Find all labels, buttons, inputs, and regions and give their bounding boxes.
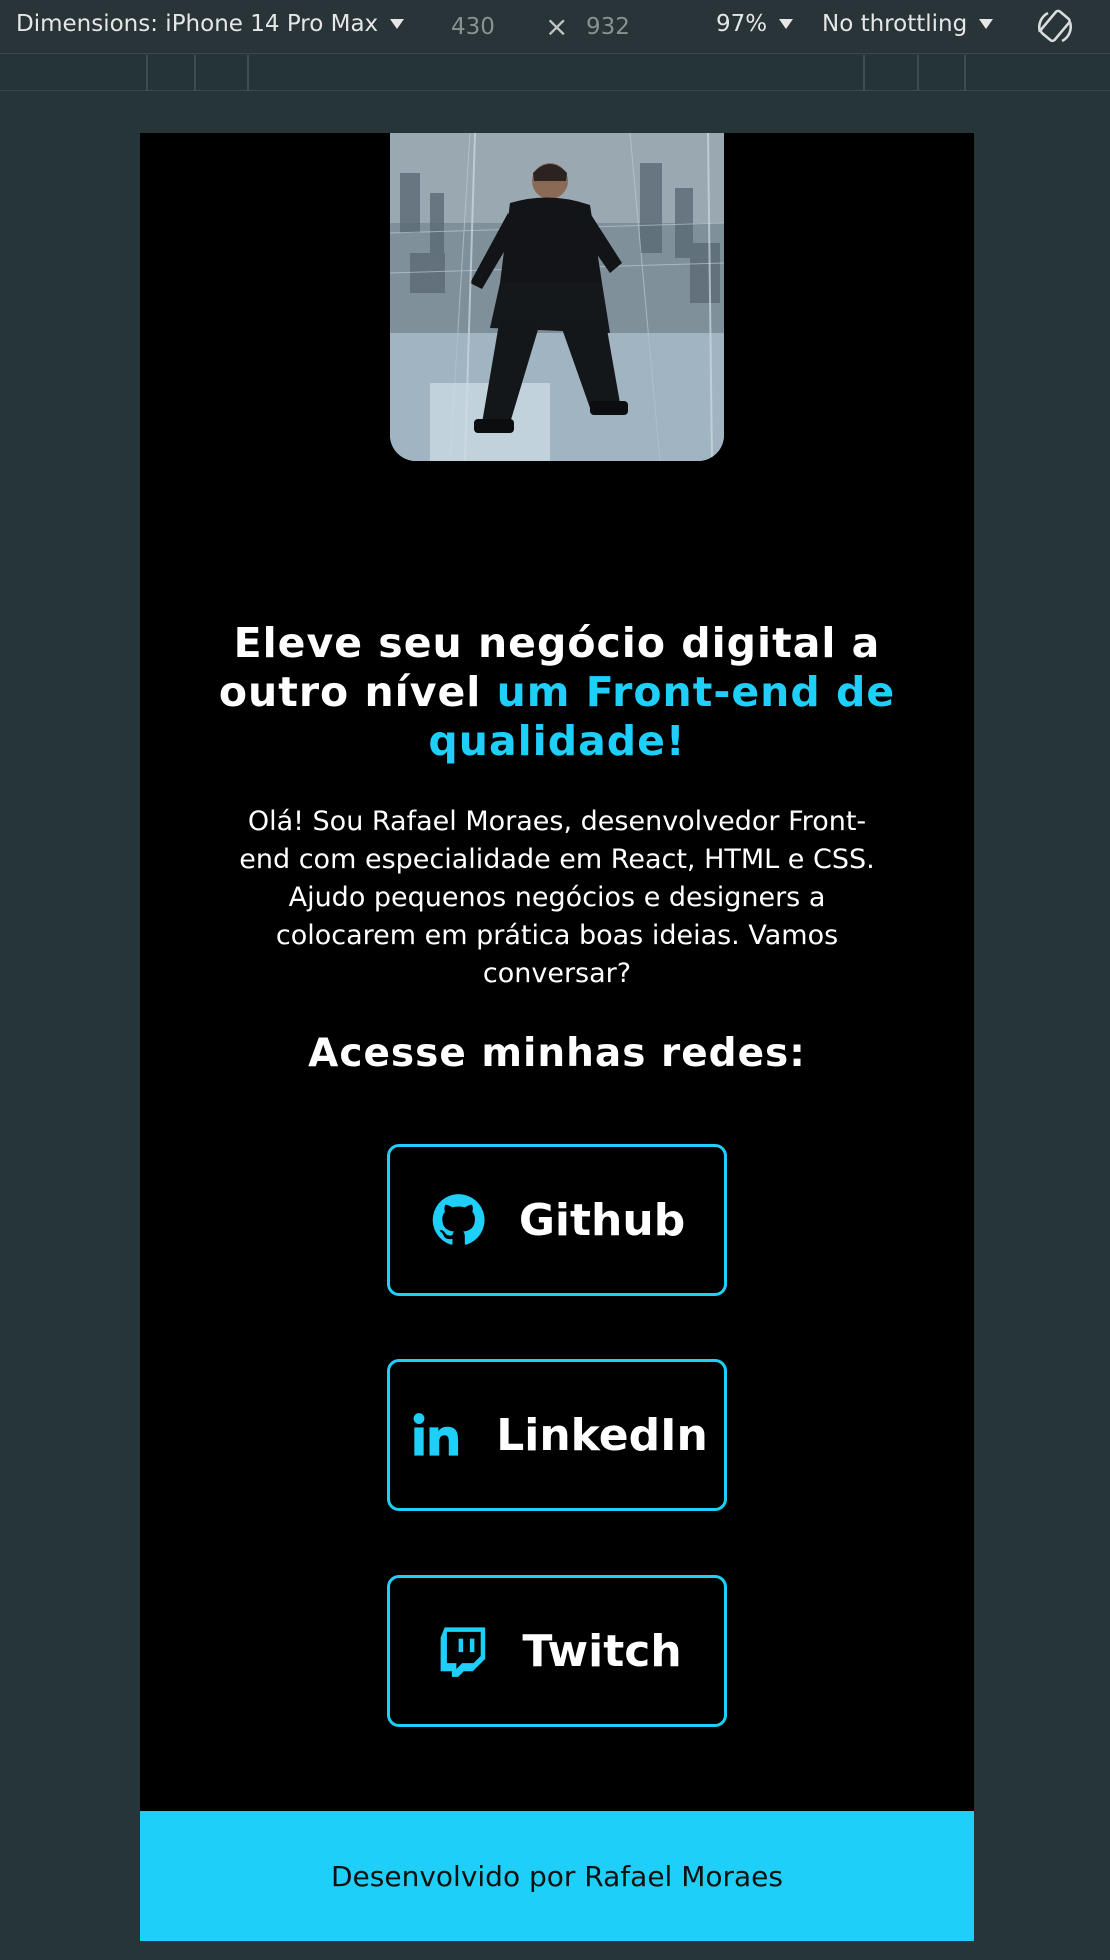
twitch-icon	[432, 1621, 492, 1681]
width-input[interactable]: 430	[437, 8, 547, 46]
devtools-device-toolbar: Dimensions: iPhone 14 Pro Max 430 × 932 …	[0, 0, 1110, 54]
linkedin-label: LinkedIn	[496, 1409, 708, 1461]
profile-photo	[390, 133, 724, 461]
linkedin-button[interactable]: LinkedIn	[387, 1359, 727, 1511]
ruler-tick	[194, 55, 196, 91]
linkedin-icon	[406, 1405, 466, 1465]
ruler-tick	[247, 55, 249, 91]
rotate-device-icon[interactable]	[1034, 6, 1076, 48]
throttling-label: No throttling	[822, 11, 968, 37]
ruler-tick	[146, 55, 148, 91]
github-label: Github	[518, 1194, 686, 1246]
github-button[interactable]: Github	[387, 1144, 727, 1296]
ruler-tick	[964, 55, 966, 91]
chevron-down-icon	[390, 19, 405, 29]
hero-headline: Eleve seu negócio digital a outro nível …	[200, 619, 914, 766]
twitch-button[interactable]: Twitch	[387, 1575, 727, 1727]
chevron-down-icon	[979, 19, 994, 29]
device-dimensions-label: Dimensions: iPhone 14 Pro Max	[16, 11, 379, 37]
height-input[interactable]: 932	[572, 8, 682, 46]
dimension-separator: ×	[545, 10, 569, 43]
zoom-dropdown[interactable]: 97%	[716, 11, 794, 37]
zoom-label: 97%	[716, 11, 768, 37]
device-viewport: Eleve seu negócio digital a outro nível …	[140, 133, 974, 1941]
throttling-dropdown[interactable]: No throttling	[822, 11, 994, 37]
media-query-ruler[interactable]	[0, 55, 1110, 91]
networks-heading: Acesse minhas redes:	[308, 1031, 806, 1076]
ruler-tick	[917, 55, 919, 91]
page-footer: Desenvolvido por Rafael Moraes	[140, 1811, 974, 1941]
twitch-label: Twitch	[522, 1625, 682, 1677]
device-dimensions-dropdown[interactable]: Dimensions: iPhone 14 Pro Max	[16, 11, 405, 37]
hero-headline-accent: um Front-end de qualidade!	[428, 668, 896, 765]
github-icon	[429, 1190, 489, 1250]
intro-paragraph: Olá! Sou Rafael Moraes, desenvolvedor Fr…	[239, 806, 875, 989]
chevron-down-icon	[779, 19, 794, 29]
ruler-tick	[863, 55, 865, 91]
footer-text: Desenvolvido por Rafael Moraes	[331, 1859, 783, 1893]
